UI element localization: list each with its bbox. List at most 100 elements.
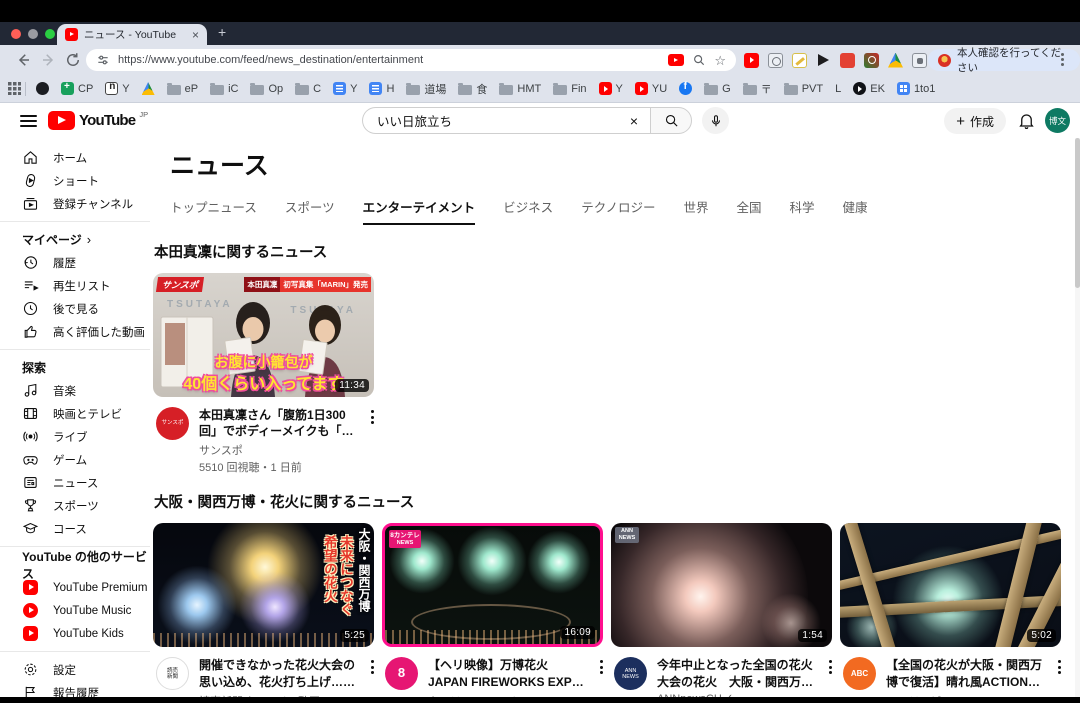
sidebar-item-history[interactable]: 履歴 — [0, 251, 150, 274]
sidebar-item-sports[interactable]: スポーツ — [0, 494, 150, 517]
reload-button[interactable] — [64, 51, 82, 69]
tab-technology[interactable]: テクノロジー — [581, 197, 655, 225]
sidebar-item-music[interactable]: 音楽 — [0, 379, 150, 402]
new-tab-button[interactable]: + — [218, 24, 226, 40]
sidebar-item-report-history[interactable]: 報告履歴 — [0, 681, 150, 697]
voice-search-button[interactable] — [702, 107, 729, 134]
search-clear-icon[interactable]: × — [624, 113, 644, 129]
sidebar-item-playlists[interactable]: 再生リスト — [0, 274, 150, 297]
sidebar-section-mypage[interactable]: マイページ › — [0, 228, 150, 251]
video-title[interactable]: 【全国の花火が大阪・関西万博で復活】晴れ風ACTION 未来につなぐ希望の花火 … — [886, 657, 1048, 689]
sidebar-item-settings[interactable]: 設定 — [0, 658, 150, 681]
sidebar-item-youtube-kids[interactable]: YouTube Kids — [0, 622, 150, 645]
extension-instagram-icon[interactable] — [864, 53, 879, 68]
sidebar-item-courses[interactable]: コース — [0, 517, 150, 540]
channel-avatar[interactable]: 読売 新聞 — [156, 657, 189, 690]
sidebar-item-home[interactable]: ホーム — [0, 146, 150, 169]
sidebar-item-youtube-music[interactable]: YouTube Music — [0, 599, 150, 622]
sidebar-item-liked-videos[interactable]: 高く評価した動画 — [0, 320, 150, 343]
bookmark-folder[interactable]: 道場 — [400, 81, 452, 97]
extension-drive-icon[interactable] — [888, 53, 903, 68]
tab-science[interactable]: 科学 — [789, 197, 814, 225]
video-thumbnail[interactable]: 8カンテレ NEWS 16:09 — [382, 523, 603, 647]
sidebar-item-subscriptions[interactable]: 登録チャンネル — [0, 192, 150, 215]
search-input[interactable]: いい日旅立ち × — [362, 107, 650, 134]
bookmark-item[interactable]: Y — [99, 82, 135, 95]
bookmark-folder[interactable]: HMT — [493, 83, 547, 95]
page-scrollbar[interactable] — [1075, 138, 1080, 697]
channel-avatar[interactable]: ABC — [843, 657, 876, 690]
url-bar[interactable]: https://www.youtube.com/feed/news_destin… — [86, 49, 736, 71]
bookmark-item[interactable]: 1to1 — [891, 82, 941, 95]
extensions-puzzle-icon[interactable] — [912, 53, 927, 68]
video-menu-icon[interactable] — [371, 657, 374, 697]
tab-close-icon[interactable]: × — [192, 29, 199, 41]
sidebar-item-live[interactable]: ライブ — [0, 425, 150, 448]
bookmark-folder[interactable]: Fin — [547, 83, 592, 95]
bookmark-item[interactable]: L — [829, 83, 847, 95]
bookmark-folder[interactable]: PVT — [778, 83, 829, 95]
forward-button[interactable] — [40, 51, 58, 69]
youtube-logo[interactable]: YouTube JP — [48, 111, 148, 130]
video-menu-icon[interactable] — [600, 657, 603, 697]
bookmark-folder[interactable]: iC — [204, 83, 244, 95]
video-thumbnail[interactable]: 5:02 — [840, 523, 1061, 647]
bookmark-star-icon[interactable]: ☆ — [714, 54, 726, 67]
tab-top-news[interactable]: トップニュース — [170, 197, 257, 225]
bookmark-item[interactable]: H — [363, 82, 400, 95]
window-zoom-button[interactable] — [45, 29, 55, 39]
video-thumbnail[interactable]: TSUTAYA TSUTAYA — [153, 273, 374, 397]
bookmark-item[interactable] — [136, 82, 161, 95]
channel-avatar[interactable]: ANN NEWS — [614, 657, 647, 690]
video-thumbnail[interactable]: 大阪・関西万博 未来につなぐ 希望の花火 5:25 — [153, 523, 374, 647]
tab-health[interactable]: 健康 — [843, 197, 868, 225]
bookmark-folder[interactable]: C — [289, 83, 327, 95]
youtube-omnibox-icon[interactable] — [668, 54, 684, 66]
video-title[interactable]: 【ヘリ映像】万博花火 JAPAN FIREWORKS EXPO 全国の花火が大阪… — [428, 657, 590, 689]
extension-pencil-icon[interactable] — [792, 53, 807, 68]
channel-avatar[interactable]: 8 — [385, 657, 418, 690]
sidebar-item-movies[interactable]: 映画とテレビ — [0, 402, 150, 425]
bookmark-folder[interactable]: eP — [161, 83, 204, 95]
tab-sports[interactable]: スポーツ — [285, 197, 335, 225]
channel-name[interactable]: サンスポ — [199, 442, 361, 458]
window-minimize-button[interactable] — [28, 29, 38, 39]
extension-camera-icon[interactable] — [768, 53, 783, 68]
lens-search-icon[interactable] — [692, 53, 706, 67]
bookmark-folder[interactable]: Op — [244, 83, 289, 95]
sidebar-item-news[interactable]: ニュース — [0, 471, 150, 494]
video-title[interactable]: 開催できなかった花火大会の思い込め、花火打ち上げ…万博 — [199, 657, 361, 689]
sidebar-item-shorts[interactable]: ショート — [0, 169, 150, 192]
video-menu-icon[interactable] — [371, 407, 374, 475]
video-card[interactable]: 大阪・関西万博 未来につなぐ 希望の花火 5:25 読売 新聞 開催できなかった… — [153, 523, 374, 697]
bookmark-folder[interactable]: G — [698, 83, 737, 95]
video-thumbnail[interactable]: ANN NEWS 1:54 — [611, 523, 832, 647]
video-menu-icon[interactable] — [1058, 657, 1061, 697]
video-card[interactable]: TSUTAYA TSUTAYA — [153, 273, 374, 475]
bookmark-item[interactable]: YU — [629, 82, 673, 95]
bookmark-item[interactable]: Y — [327, 82, 363, 95]
search-button[interactable] — [650, 107, 692, 134]
tab-entertainment[interactable]: エンターテイメント — [363, 197, 476, 225]
bookmark-item[interactable] — [30, 82, 55, 95]
video-card-highlighted[interactable]: 8カンテレ NEWS 16:09 8 【ヘリ映像】万博花火 JAPAN FIRE… — [382, 523, 603, 697]
browser-tab[interactable]: ニュース - YouTube × — [57, 24, 207, 45]
video-title[interactable]: 本田真凜さん「腹筋1日300回」でボディーメイクも「小籠包ボディーになってます」… — [199, 407, 361, 439]
scrollbar-thumb[interactable] — [1075, 138, 1080, 288]
bookmark-folder[interactable]: 〒 — [737, 81, 778, 97]
browser-menu-icon[interactable] — [1061, 53, 1064, 66]
bookmark-item[interactable] — [673, 82, 698, 95]
site-settings-icon[interactable] — [96, 53, 110, 67]
account-avatar[interactable]: 博文 — [1045, 108, 1070, 133]
notifications-button[interactable] — [1017, 111, 1036, 135]
menu-hamburger-icon[interactable] — [20, 115, 37, 127]
window-close-button[interactable] — [11, 29, 21, 39]
back-button[interactable] — [14, 51, 32, 69]
apps-grid-icon[interactable] — [8, 82, 21, 95]
video-card[interactable]: 5:02 ABC 【全国の花火が大阪・関西万博で復活】晴れ風ACTION 未来に… — [840, 523, 1061, 697]
extension-play-icon[interactable] — [816, 53, 831, 68]
bookmark-item[interactable]: Y — [593, 82, 629, 95]
video-card[interactable]: ANN NEWS 1:54 ANN NEWS 今年中止となった全国の花火大会の花… — [611, 523, 832, 697]
tab-world[interactable]: 世界 — [683, 197, 708, 225]
bookmark-item[interactable]: CP — [55, 82, 99, 95]
